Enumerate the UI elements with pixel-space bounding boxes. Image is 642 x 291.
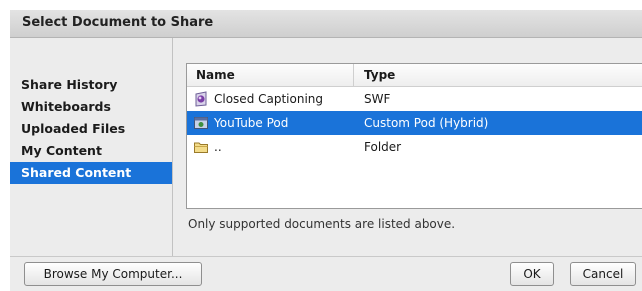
row-type: SWF <box>364 92 391 106</box>
row-type: Custom Pod (Hybrid) <box>364 116 489 130</box>
select-document-dialog: Select Document to Share Share History W… <box>10 10 642 291</box>
column-header-name[interactable]: Name <box>187 64 354 86</box>
sidebar-item-my-content[interactable]: My Content <box>10 140 172 162</box>
row-type: Folder <box>364 140 402 154</box>
footer-divider <box>10 256 642 257</box>
table-header: Name Type <box>187 64 642 87</box>
folder-icon <box>193 139 209 155</box>
row-name: YouTube Pod <box>214 116 289 130</box>
ok-button[interactable]: OK <box>510 262 554 286</box>
table-row[interactable]: YouTube Pod Custom Pod (Hybrid) <box>187 111 642 135</box>
cancel-button[interactable]: Cancel <box>570 262 636 286</box>
column-header-type[interactable]: Type <box>355 64 642 86</box>
sidebar-item-shared-content[interactable]: Shared Content <box>10 162 172 184</box>
sidebar: Share History Whiteboards Uploaded Files… <box>10 38 173 256</box>
browse-my-computer-button[interactable]: Browse My Computer... <box>24 262 202 286</box>
table-row[interactable]: .. Folder <box>187 135 642 159</box>
dialog-title: Select Document to Share <box>22 15 214 30</box>
sidebar-item-whiteboards[interactable]: Whiteboards <box>10 96 172 118</box>
row-name: .. <box>214 140 222 154</box>
row-name: Closed Captioning <box>214 92 324 106</box>
sidebar-item-share-history[interactable]: Share History <box>10 74 172 96</box>
custom-pod-icon <box>193 115 209 131</box>
sidebar-item-uploaded-files[interactable]: Uploaded Files <box>10 118 172 140</box>
file-list-table: Name Type Closed Captioning SWF YouTube … <box>186 63 642 209</box>
table-row[interactable]: Closed Captioning SWF <box>187 87 642 111</box>
supported-documents-note: Only supported documents are listed abov… <box>188 217 456 231</box>
dialog-titlebar[interactable]: Select Document to Share <box>10 10 642 38</box>
pod-icon <box>193 91 209 107</box>
